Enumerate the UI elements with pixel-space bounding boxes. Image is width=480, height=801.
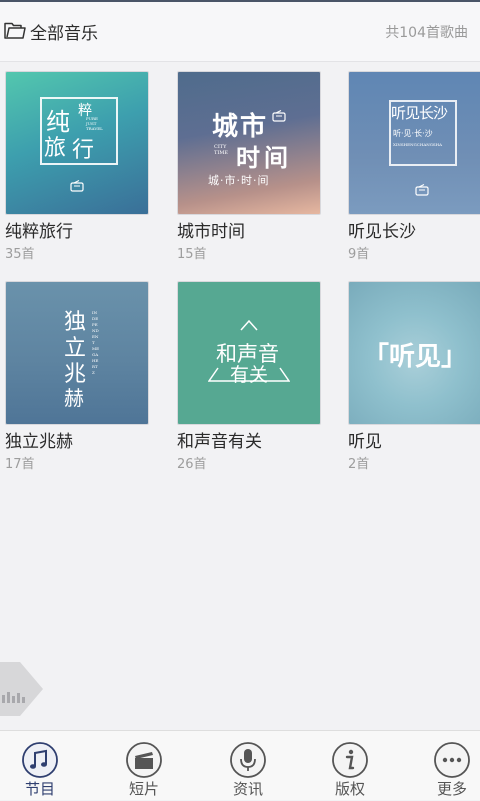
equalizer-handle-icon <box>0 662 43 716</box>
cover-subtitle-text: 听·见·长·沙 <box>393 129 433 138</box>
folder-icon <box>4 22 26 39</box>
tab-news[interactable]: 资讯 <box>198 731 298 801</box>
album-card[interactable]: 城 市 时 间 CITY TIME 城·市·时·间 城市时间 15首 <box>177 71 321 262</box>
tab-label: 节目 <box>24 780 55 798</box>
cover-title-text: 「听见」 <box>363 342 468 372</box>
album-cover[interactable]: 城 市 时 间 CITY TIME 城·市·时·间 <box>177 71 321 215</box>
info-icon <box>332 742 368 778</box>
clapperboard-icon <box>126 742 162 778</box>
album-song-count: 26首 <box>177 457 207 472</box>
tab-label: 版权 <box>334 780 365 798</box>
tab-more[interactable]: 更多 <box>402 731 480 801</box>
tab-programs[interactable]: 节目 <box>0 731 90 801</box>
album-cover[interactable]: 「听见」 <box>348 281 480 425</box>
album-cover[interactable]: 听见长沙 听·见·长·沙 XINSHENGCHANGSHA <box>348 71 480 215</box>
cover-title-text: 听见长沙 <box>391 104 448 122</box>
album-title: 纯粹旅行 <box>5 222 73 242</box>
album-cover[interactable]: 纯 粹 旅 行 PURE JUST TRAVEL <box>5 71 149 215</box>
cover-subtitle-text: INDEPENDENT MEGAHERTZ <box>92 310 100 375</box>
album-title: 听见 <box>348 432 382 452</box>
radio-logo-icon <box>272 110 286 122</box>
album-title: 独立兆赫 <box>5 432 73 452</box>
album-song-count: 15首 <box>177 247 207 262</box>
music-note-icon <box>22 742 58 778</box>
album-song-count: 2首 <box>348 457 370 472</box>
cover-title-text: 旅 <box>44 136 67 161</box>
more-dots-icon <box>434 742 470 778</box>
album-song-count: 17首 <box>5 457 35 472</box>
song-count: 共104首歌曲 <box>385 25 468 41</box>
cover-title-text: 有关 <box>230 364 269 386</box>
album-title: 和声音有关 <box>177 432 262 452</box>
album-cover[interactable]: 和声音 有关 <box>177 281 321 425</box>
bottom-tab-bar: 节目 短片 资讯 版权 更多 <box>0 730 480 800</box>
album-title: 听见长沙 <box>348 222 416 242</box>
page-title[interactable]: 全部音乐 <box>30 19 98 44</box>
album-card[interactable]: 纯 粹 旅 行 PURE JUST TRAVEL 纯粹旅行 35首 <box>5 71 149 262</box>
album-card[interactable]: 和声音 有关 和声音有关 26首 <box>177 281 321 472</box>
cover-subtitle-text: PURE JUST TRAVEL <box>86 116 103 131</box>
cover-subtitle-text: XINSHENGCHANGSHA <box>393 142 443 147</box>
album-song-count: 35首 <box>5 247 35 262</box>
radio-logo-icon <box>70 180 84 192</box>
header-bar: 全部音乐 共104首歌曲 <box>0 0 480 62</box>
album-card[interactable]: 听见长沙 听·见·长·沙 XINSHENGCHANGSHA 听见长沙 9首 <box>348 71 480 262</box>
tab-label: 短片 <box>128 780 159 798</box>
album-title: 城市时间 <box>177 222 245 242</box>
cover-title-text: 赫 <box>64 386 84 410</box>
cover-title-text: 行 <box>72 138 95 163</box>
cover-title-text: 间 <box>264 144 288 172</box>
player-handle[interactable] <box>0 662 44 716</box>
cover-caption-text: 城·市·时·间 <box>208 174 270 187</box>
tab-label: 资讯 <box>232 780 263 798</box>
album-card[interactable]: 独 立 兆 赫 INDEPENDENT MEGAHERTZ 独立兆赫 17首 <box>5 281 149 472</box>
microphone-icon <box>230 742 266 778</box>
album-card[interactable]: 「听见」 听见 2首 <box>348 281 480 472</box>
tab-label: 更多 <box>436 780 467 798</box>
cover-subtitle-text: CITY TIME <box>214 144 229 156</box>
album-cover[interactable]: 独 立 兆 赫 INDEPENDENT MEGAHERTZ <box>5 281 149 425</box>
radio-logo-icon <box>415 184 429 196</box>
tab-copyright[interactable]: 版权 <box>300 731 400 801</box>
album-song-count: 9首 <box>348 247 370 262</box>
cover-title-text: 时 <box>236 144 260 172</box>
cover-title-text: 城 <box>212 112 239 142</box>
tab-clips[interactable]: 短片 <box>94 731 194 801</box>
